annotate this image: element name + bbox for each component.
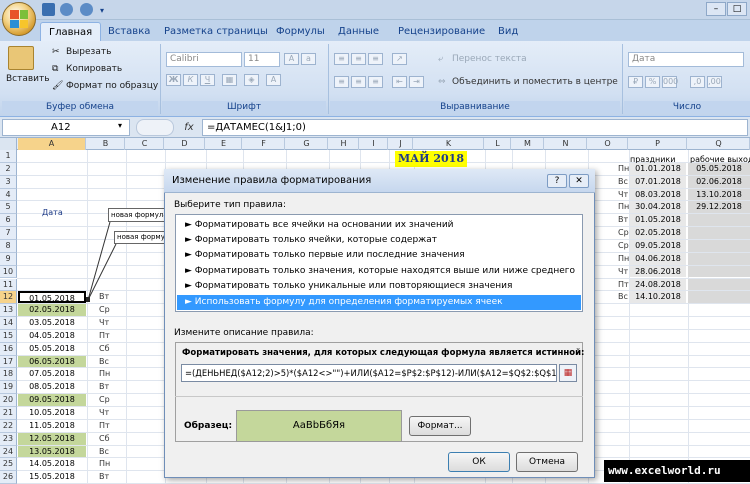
- weekday-cell[interactable]: Пт: [97, 330, 131, 342]
- office-logo-icon: [10, 10, 28, 28]
- holiday-date-cell[interactable]: 14.10.2018: [630, 291, 686, 304]
- holiday-weekday-cell[interactable]: Ср: [618, 240, 629, 252]
- weekday-cell[interactable]: Пн: [97, 458, 131, 470]
- weekday-cell[interactable]: Ср: [97, 304, 131, 316]
- weekday-cell[interactable]: Вт: [97, 471, 131, 483]
- format-button[interactable]: Формат...: [409, 416, 471, 436]
- holiday-weekday-cell[interactable]: Пн: [618, 253, 629, 265]
- date-cell[interactable]: 12.05.2018: [18, 432, 86, 445]
- workday-cell[interactable]: 29.12.2018: [688, 201, 750, 214]
- holiday-date-cell[interactable]: 28.06.2018: [630, 265, 686, 278]
- holiday-date-cell[interactable]: 30.04.2018: [630, 201, 686, 214]
- holiday-date-cell[interactable]: 09.05.2018: [630, 239, 686, 252]
- weekday-cell[interactable]: Пн: [97, 368, 131, 380]
- choose-type-label: Выберите тип правила:: [174, 200, 286, 210]
- holiday-weekday-cell[interactable]: Пн: [618, 163, 629, 175]
- holiday-date-cell[interactable]: 08.03.2018: [630, 188, 686, 201]
- date-cell[interactable]: 08.05.2018: [18, 381, 86, 393]
- watermark-text: www.excelworld.ru: [608, 464, 721, 477]
- workday-cell[interactable]: [688, 252, 750, 265]
- rule-type-item[interactable]: ► Форматировать все ячейки на основании …: [177, 218, 581, 233]
- date-cell[interactable]: 15.05.2018: [18, 471, 86, 483]
- workday-cell[interactable]: [688, 227, 750, 239]
- holiday-weekday-cell[interactable]: Вс: [618, 176, 628, 188]
- holiday-date-cell[interactable]: 01.05.2018: [630, 214, 686, 227]
- date-cell[interactable]: 01.05.2018: [18, 291, 86, 303]
- holiday-date-cell[interactable]: 02.05.2018: [630, 227, 686, 239]
- weekday-cell[interactable]: Чт: [97, 317, 131, 329]
- rule-type-item[interactable]: ► Форматировать только ячейки, которые с…: [177, 233, 581, 248]
- date-cell[interactable]: 13.05.2018: [18, 445, 86, 458]
- rule-formula-input[interactable]: =(ДЕНЬНЕД($A12;2)>5)*($A12<>"")+ИЛИ($A12…: [181, 364, 557, 382]
- ok-button[interactable]: ОК: [448, 452, 510, 472]
- weekday-cell[interactable]: Вс: [97, 446, 131, 458]
- holiday-weekday-cell[interactable]: Ср: [618, 227, 629, 239]
- weekday-cell[interactable]: Чт: [97, 407, 131, 419]
- format-sample-preview: АаВbБбЯя: [236, 410, 402, 442]
- workday-cell[interactable]: [688, 278, 750, 291]
- range-select-icon[interactable]: ▦: [559, 364, 577, 382]
- date-cell[interactable]: 10.05.2018: [18, 407, 86, 419]
- holiday-weekday-cell[interactable]: Вт: [618, 214, 628, 226]
- holiday-weekday-cell[interactable]: Пн: [618, 201, 629, 213]
- formula-instruction-label: Форматировать значения, для которых след…: [182, 348, 585, 358]
- workday-cell[interactable]: [688, 291, 750, 304]
- close-button[interactable]: ✕: [569, 174, 589, 188]
- date-cell[interactable]: 07.05.2018: [18, 368, 86, 380]
- workday-cell[interactable]: [688, 214, 750, 227]
- weekday-cell[interactable]: Вт: [97, 291, 131, 303]
- cancel-button[interactable]: Отмена: [516, 452, 578, 472]
- workday-cell[interactable]: [688, 239, 750, 252]
- help-button[interactable]: ?: [547, 174, 567, 188]
- holiday-weekday-cell[interactable]: Вс: [618, 291, 628, 303]
- workday-cell[interactable]: 13.10.2018: [688, 188, 750, 201]
- date-cell[interactable]: 09.05.2018: [18, 394, 86, 406]
- rule-type-item-selected[interactable]: ► Использовать формулу для определения ф…: [177, 295, 581, 310]
- holiday-date-cell[interactable]: 24.08.2018: [630, 278, 686, 291]
- dialog-title: Изменение правила форматирования: [164, 169, 595, 193]
- date-cell[interactable]: 03.05.2018: [18, 317, 86, 329]
- date-cell[interactable]: 06.05.2018: [18, 355, 86, 368]
- divider: [175, 396, 583, 397]
- weekday-cell[interactable]: Ср: [97, 394, 131, 406]
- office-button[interactable]: [2, 2, 36, 36]
- weekday-cell[interactable]: Вс: [97, 356, 131, 368]
- holiday-date-cell[interactable]: 07.01.2018: [630, 175, 686, 188]
- workday-cell[interactable]: [688, 265, 750, 278]
- holiday-weekday-cell[interactable]: Пт: [618, 279, 629, 291]
- rule-type-item[interactable]: ► Форматировать только значения, которые…: [177, 264, 581, 279]
- weekday-cell[interactable]: Сб: [97, 433, 131, 445]
- weekday-cell[interactable]: Пт: [97, 420, 131, 432]
- date-cell[interactable]: 02.05.2018: [18, 304, 86, 317]
- sample-label: Образец:: [184, 421, 233, 431]
- weekday-cell[interactable]: Сб: [97, 343, 131, 355]
- holiday-weekday-cell[interactable]: Чт: [618, 189, 628, 201]
- date-cell[interactable]: 11.05.2018: [18, 420, 86, 432]
- rule-type-item[interactable]: ► Форматировать только первые или послед…: [177, 248, 581, 263]
- workday-cell[interactable]: 05.05.2018: [688, 162, 750, 175]
- workday-cell[interactable]: 02.06.2018: [688, 175, 750, 188]
- date-cell[interactable]: 04.05.2018: [18, 330, 86, 342]
- weekday-cell[interactable]: Вт: [97, 381, 131, 393]
- date-cell[interactable]: 14.05.2018: [18, 458, 86, 470]
- holiday-date-cell[interactable]: 01.01.2018: [630, 162, 686, 175]
- holiday-weekday-cell[interactable]: Чт: [618, 266, 628, 278]
- date-cell[interactable]: 05.05.2018: [18, 343, 86, 355]
- holiday-date-cell[interactable]: 04.06.2018: [630, 252, 686, 265]
- edit-description-label: Измените описание правила:: [174, 328, 314, 338]
- rule-type-item[interactable]: ► Форматировать только уникальные или по…: [177, 279, 581, 294]
